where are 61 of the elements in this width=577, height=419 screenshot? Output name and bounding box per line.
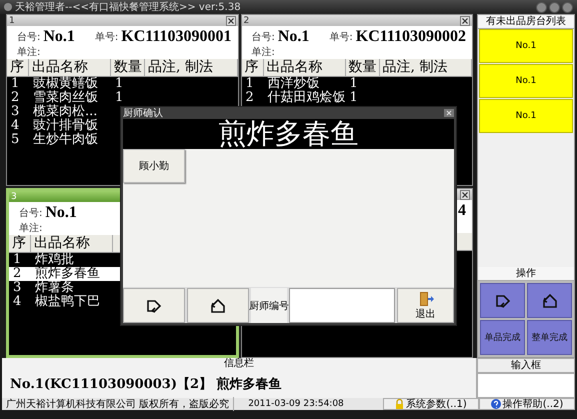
note-label: 单注: [17,46,40,59]
column-header: 品注, 制法 [380,59,472,76]
nav-button[interactable] [187,288,249,323]
help-icon [490,399,501,409]
input-box-title: 输入框 [477,358,575,373]
column-header: 出品名称 [264,59,346,76]
column-header: 出品名称 [29,59,111,76]
pending-list-title: 有未出品房台列表 [478,15,574,29]
chef-number-field[interactable] [289,288,395,323]
table-label: 台号: [17,30,40,44]
nav-button[interactable] [123,288,185,323]
column-header: 品注, 制法 [145,59,238,76]
order-label: 单号: [94,30,118,44]
info-message: No.1(KC11103090003)【2】 煎炸多春鱼 [9,376,283,394]
exit-button[interactable]: 退出 [397,288,454,323]
item-row[interactable]: 1 豉椒黄鳝饭 1 [7,77,238,91]
column-header: 序 [242,59,264,76]
order-number: KC11103090001 [121,28,232,46]
pending-table-item[interactable]: No.1 [479,99,573,133]
settings-button[interactable]: 系统参数(..1) [383,398,479,410]
table-label: 台号: [252,30,275,44]
table-number: No.1 [43,28,75,46]
table-number: No.1 [278,28,310,46]
app-icon [4,3,12,11]
column-header: 数量 [111,59,145,76]
item-row[interactable]: 2 什菇田鸡烩饭 1 [242,91,472,105]
door-exit-icon [418,290,434,306]
complete-button[interactable]: 单品完成 [480,320,525,355]
note-label: 单注: [252,46,275,59]
help-button[interactable]: 操作帮助(..2) [479,398,575,410]
column-header: 序 [7,59,29,76]
dialog-title: 厨师确认 [123,107,163,120]
column-header: 出品名称 [31,235,113,252]
pending-table-item[interactable]: No.1 [479,64,573,98]
copyright-text: 广州天裕计算机科技有限公司 版权所有，盗版必究 [2,397,234,411]
window-title: 天裕管理者--<<有口福快餐管理系统>> ver:5.38 [15,0,241,14]
chef-number-label: 厨师编号 [251,288,287,323]
note-label: 单注: [19,222,42,235]
table-number: No.1 [45,204,77,222]
operations-title: 操作 [478,267,574,281]
column-header: 序 [9,235,31,252]
chef-button[interactable]: 顾小勤 [123,149,185,183]
pending-table-item[interactable]: No.1 [479,29,573,63]
complete-button[interactable]: 整单完成 [527,320,572,355]
arrow-house-icon [542,292,558,308]
panel-number: 3 [11,192,17,202]
order-number: 4 [458,202,466,220]
item-row[interactable]: 1 西洋炒饭 1 [242,77,472,91]
arrow-house-icon [210,298,226,314]
lock-icon [395,399,404,409]
input-field[interactable] [477,373,575,398]
date-time: 2011-03-09 23:54:08 [247,399,344,409]
order-label: 单号: [329,30,353,44]
info-bar-title: 信息栏 [223,358,255,370]
column-header: 数量 [346,59,380,76]
panel-number: 1 [9,16,15,26]
panel-number: 2 [244,16,250,26]
dish-name: 煎炸多春鱼 [123,119,454,149]
order-number: KC11103090002 [356,28,466,46]
table-label: 台号: [19,206,42,220]
item-row[interactable]: 2 雪菜肉丝饭 1 [7,91,238,105]
